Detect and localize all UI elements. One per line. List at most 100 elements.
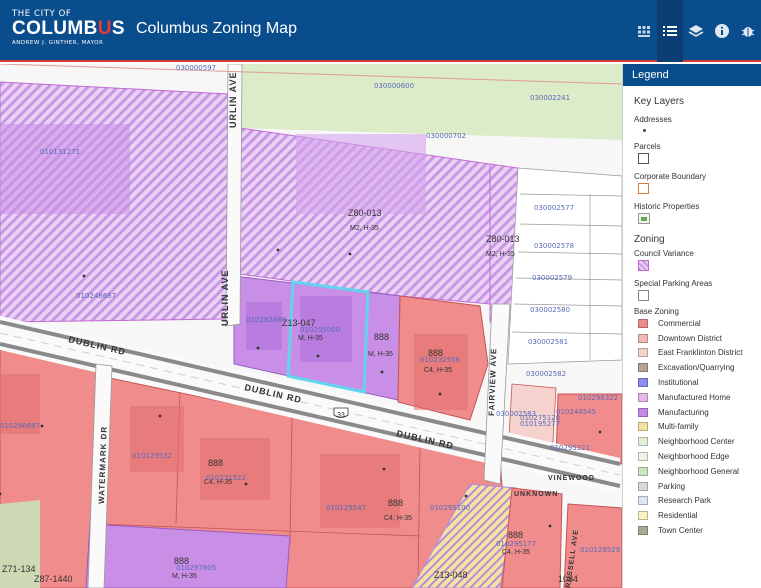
zoning-code-label: M, H-35	[298, 335, 323, 342]
zoning-code-label: M, H-35	[368, 351, 393, 358]
zoning-label: Excavation/Quarrying	[658, 363, 735, 373]
zoning-swatch	[638, 466, 648, 476]
legend-item-parcels: Parcels	[634, 142, 661, 151]
zoning-label: Manufacturing	[658, 407, 709, 417]
legend-zoning-item: Downtown District	[634, 331, 750, 346]
parcel-label: 010282880	[246, 316, 286, 324]
zoning-case-label: Z80-013	[486, 234, 520, 244]
info-button[interactable]	[709, 0, 735, 62]
zoning-label: Multi-family	[658, 422, 699, 432]
feedback-button[interactable]	[735, 0, 761, 62]
zoning-swatch	[638, 363, 648, 373]
zoning-code-label: M2, H-35	[350, 225, 379, 232]
zoning-swatch	[638, 333, 648, 343]
height-label: 888	[388, 498, 403, 508]
zoning-code-label: C4, H-35	[384, 515, 412, 522]
street-label: URLIN AVE	[228, 71, 238, 128]
base-zoning-title: Base Zoning	[634, 307, 679, 316]
parcel-label: 010248687	[76, 292, 116, 300]
zoning-label: Neighborhood Edge	[658, 452, 730, 462]
legend-zoning-item: Neighborhood Center	[634, 434, 750, 449]
parcel-symbol	[638, 153, 649, 164]
building-footprint	[246, 302, 282, 350]
logo-word-accent: U	[97, 18, 112, 39]
zoning-label: Manufactured Home	[658, 392, 731, 402]
logo-mayor: ANDREW J. GINTHER, MAYOR	[12, 40, 104, 46]
parcel-label: 030000600	[374, 82, 414, 90]
address-symbol	[634, 126, 646, 134]
zoning-swatch	[638, 526, 648, 536]
parcel-label: 030002582	[526, 370, 566, 378]
zoning-code-label: M2, H-35	[486, 251, 515, 258]
legend-zoning-item: East Franklinton District	[634, 346, 750, 361]
zoning-case-label: Z80-013	[348, 208, 382, 218]
council-variance-symbol	[638, 260, 649, 271]
legend-zoning-item: Excavation/Quarrying	[634, 360, 750, 375]
zoning-label: East Franklinton District	[658, 348, 743, 358]
zoning-code-label: M, H-35	[172, 573, 197, 580]
zoning-swatch	[638, 348, 648, 358]
legend-zoning-item: Town Center	[634, 523, 750, 538]
zoning-swatch	[638, 496, 648, 506]
parcel-label: 010295100	[430, 504, 470, 512]
street-label: URLIN AVE	[220, 269, 230, 326]
height-label: 888	[208, 458, 223, 468]
zoning-code-label: C4, H-35	[502, 549, 530, 556]
building-footprint	[200, 438, 270, 500]
zoning-label: Residential	[658, 511, 698, 521]
zoning-label: Neighborhood Center	[658, 437, 735, 447]
legend-zoning-item: Commercial	[634, 316, 750, 331]
zoning-swatch	[638, 437, 648, 447]
parcel-label: 010296687	[0, 422, 40, 430]
parcel-label: 010275128	[520, 414, 560, 422]
parcel-label: 010298322	[578, 394, 618, 402]
legend-title: Legend	[623, 64, 761, 86]
parcel-label: 030002581	[528, 338, 568, 346]
zoning-swatch	[638, 392, 648, 402]
zoning-label: Downtown District	[658, 333, 723, 343]
legend-list-icon	[663, 26, 677, 36]
special-parking-symbol	[638, 290, 649, 301]
legend-zoning-item: Research Park	[634, 494, 750, 509]
logo-wordmark: COLUMBUS	[12, 18, 125, 40]
zoning-label: Commercial	[658, 318, 701, 328]
zoning-label: Parking	[658, 481, 686, 491]
parcel-label: 010295000	[300, 326, 340, 334]
legend-body[interactable]: Key Layers Addresses Parcels Corporate B…	[623, 86, 761, 544]
parcel-label: 030000702	[426, 132, 466, 140]
zoning-label: Town Center	[658, 526, 703, 536]
zoning-swatch	[638, 407, 648, 417]
layers-icon	[688, 25, 704, 37]
parcel-label: 030002241	[530, 94, 570, 102]
zoning-swatch	[638, 481, 648, 491]
page-title: Columbus Zoning Map	[136, 20, 297, 37]
parcel-label: 010129529	[580, 546, 620, 554]
parcel-grid	[507, 167, 623, 365]
legend-zoning-item: Neighborhood Edge	[634, 449, 750, 464]
neighborhood-area[interactable]	[240, 64, 622, 140]
zoning-swatch	[638, 511, 648, 521]
zoning-label: Institutional	[658, 378, 699, 388]
city-logo[interactable]: THE CITY OF COLUMBUS ANDREW J. GINTHER, …	[12, 9, 125, 49]
info-icon	[715, 24, 729, 38]
key-layers-title: Key Layers	[634, 96, 685, 107]
street-label: VINEWOOD	[548, 475, 595, 482]
zoning-code-label: C4, H-35	[424, 367, 452, 374]
parcel-label: 010131271	[40, 148, 80, 156]
zoning-swatch	[638, 422, 648, 432]
zoning-swatch	[638, 318, 648, 328]
basemap-gallery-button[interactable]	[631, 0, 657, 62]
zoning-case-label: Z13-048	[434, 570, 468, 580]
parcel-label: 010129532	[132, 452, 172, 460]
legend-button[interactable]	[657, 0, 683, 62]
broken-image-icon	[638, 213, 650, 224]
legend-item-addresses: Addresses	[634, 115, 672, 124]
parcel-label: 030002580	[530, 306, 570, 314]
height-label: 888	[508, 530, 523, 540]
building-footprint	[0, 124, 130, 214]
extra-label: 1084	[558, 574, 578, 584]
legend-item-council-variance: Council Variance	[634, 249, 694, 258]
street-label: UNKNOWN	[514, 491, 558, 498]
layers-button[interactable]	[683, 0, 709, 62]
legend-zoning-item: Manufactured Home	[634, 390, 750, 405]
